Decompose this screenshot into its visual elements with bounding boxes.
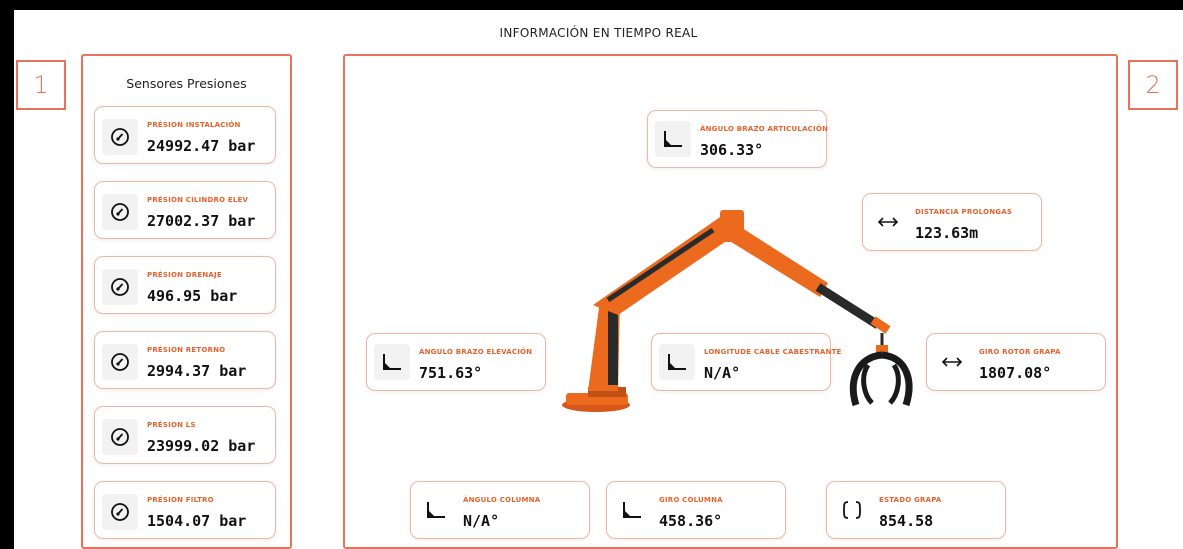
sensor-card-instalacion[interactable]: PRÉSION INSTALACIÓN 24992.47 bar xyxy=(94,106,276,164)
card-angulo-columna[interactable]: ÁNGULO COLUMNA N/A° xyxy=(410,481,590,539)
position-label: ÁNGULO BRAZO ARTICULACIÓN xyxy=(700,125,829,133)
position-value: 123.63m xyxy=(915,224,979,242)
position-label: GIRO COLUMNA xyxy=(659,496,723,504)
sensor-value: 1504.07 bar xyxy=(147,512,247,530)
position-label: GIRO ROTOR GRAPA xyxy=(979,348,1061,356)
bracket-icon xyxy=(834,492,870,528)
position-label: ÁNGULO COLUMNA xyxy=(463,496,541,504)
sensor-card-filtro[interactable]: PRÉSION FILTRO 1504.07 bar xyxy=(94,481,276,539)
sensor-card-cilindro-elev[interactable]: PRÉSION CILINDRO ELEV 27002.37 bar xyxy=(94,181,276,239)
angle-icon xyxy=(418,492,454,528)
sensor-label: PRÉSION DRENAJE xyxy=(147,271,222,279)
position-label: LONGITUDE CABLE CABESTRANTE xyxy=(704,348,842,356)
card-longitude-cable[interactable]: LONGITUDE CABLE CABESTRANTE N/A° xyxy=(651,333,841,391)
position-value: 458.36° xyxy=(659,512,723,530)
sensors-panel-title: Sensores Presiones xyxy=(126,76,247,91)
position-value: 1807.08° xyxy=(979,364,1052,382)
card-distancia-prolongas[interactable]: DISTANCIA PROLONGAS 123.63m xyxy=(862,193,1042,251)
gauge-icon xyxy=(102,269,138,305)
angle-icon xyxy=(374,344,410,380)
position-label: ESTADO GRAPA xyxy=(879,496,942,504)
horizontal-arrows-icon xyxy=(870,204,906,240)
position-label: DISTANCIA PROLONGAS xyxy=(915,208,1013,216)
sensor-value: 24992.47 bar xyxy=(147,137,256,155)
position-label: ÁNGULO BRAZO ELEVACIÓN xyxy=(419,348,533,356)
card-giro-columna[interactable]: GIRO COLUMNA 458.36° xyxy=(606,481,786,539)
sensor-value: 23999.02 bar xyxy=(147,437,256,455)
sensor-label: PRÉSION CILINDRO ELEV xyxy=(147,196,249,204)
position-value: 854.58 xyxy=(879,512,934,530)
horizontal-arrows-icon xyxy=(934,344,970,380)
marker-1: 1 xyxy=(16,60,66,110)
angle-icon xyxy=(655,121,691,157)
gauge-icon xyxy=(102,119,138,155)
gauge-icon xyxy=(102,344,138,380)
gauge-icon xyxy=(102,419,138,455)
position-value: 306.33° xyxy=(700,141,764,159)
position-value: 751.63° xyxy=(419,364,483,382)
card-giro-rotor-grapa[interactable]: GIRO ROTOR GRAPA 1807.08° xyxy=(926,333,1106,391)
sensor-card-drenaje[interactable]: PRÉSION DRENAJE 496.95 bar xyxy=(94,256,276,314)
sensor-label: PRÉSION INSTALACIÓN xyxy=(147,121,241,129)
card-angulo-brazo-elevacion[interactable]: ÁNGULO BRAZO ELEVACIÓN 751.63° xyxy=(366,333,546,391)
sensor-card-retorno[interactable]: PRÉSION RETORNO 2994.37 bar xyxy=(94,331,276,389)
sensor-value: 27002.37 bar xyxy=(147,212,256,230)
angle-icon xyxy=(614,492,650,528)
sensor-card-ls[interactable]: PRÉSION LS 23999.02 bar xyxy=(94,406,276,464)
page-title: INFORMACIÓN EN TIEMPO REAL xyxy=(499,26,698,40)
sensor-value: 2994.37 bar xyxy=(147,362,247,380)
position-value: N/A° xyxy=(463,512,500,530)
position-value: N/A° xyxy=(704,364,741,382)
sensor-label: PRÉSION FILTRO xyxy=(147,496,214,504)
sensor-value: 496.95 bar xyxy=(147,287,238,305)
sensor-label: PRÉSION LS xyxy=(147,421,196,429)
gauge-icon xyxy=(102,494,138,530)
card-estado-grapa[interactable]: ESTADO GRAPA 854.58 xyxy=(826,481,1006,539)
card-angulo-brazo-articulacion[interactable]: ÁNGULO BRAZO ARTICULACIÓN 306.33° xyxy=(647,110,829,168)
gauge-icon xyxy=(102,194,138,230)
angle-icon xyxy=(659,344,695,380)
sensor-label: PRÉSION RETORNO xyxy=(147,346,226,354)
marker-2: 2 xyxy=(1128,60,1178,110)
